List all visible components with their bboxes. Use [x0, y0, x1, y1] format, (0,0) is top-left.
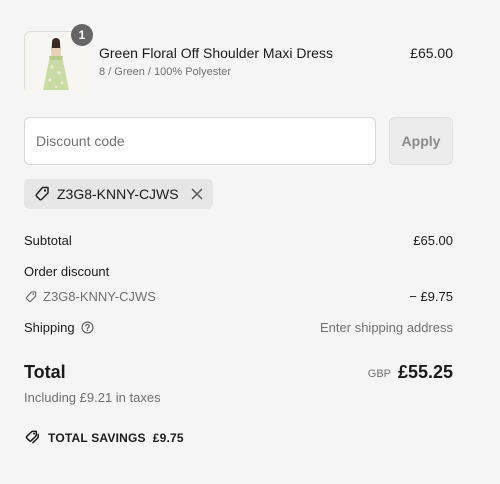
applied-code-text: Z3G8-KNNY-CJWS — [57, 186, 179, 202]
discount-code-text: Z3G8-KNNY-CJWS — [43, 289, 156, 304]
shipping-value: Enter shipping address — [320, 320, 453, 335]
currency-code: GBP — [367, 368, 391, 380]
tag-icon — [25, 290, 37, 302]
product-name: Green Floral Off Shoulder Maxi Dress — [99, 45, 333, 61]
shipping-line: Shipping — [24, 320, 94, 335]
total-label: Total — [24, 362, 66, 382]
apply-button[interactable]: Apply — [389, 117, 453, 165]
remove-code-button[interactable] — [191, 188, 203, 200]
shipping-label: Shipping — [24, 320, 75, 335]
quantity-badge: 1 — [71, 24, 93, 46]
savings-value: £9.75 — [152, 430, 184, 445]
product-price: £65.00 — [410, 45, 453, 61]
discount-value: − £9.75 — [409, 289, 453, 304]
subtotal-label: Subtotal — [24, 233, 72, 248]
discount-code-line: Z3G8-KNNY-CJWS — [24, 289, 156, 304]
tags-icon — [25, 430, 39, 444]
total-savings: TOTAL SAVINGS £9.75 — [24, 429, 184, 446]
order-discount-label: Order discount — [24, 264, 110, 279]
product-variant: 8 / Green / 100% Polyester — [99, 66, 232, 78]
subtotal-value: £65.00 — [413, 233, 453, 248]
tag-icon — [35, 186, 49, 201]
savings-label: TOTAL SAVINGS — [48, 430, 146, 445]
tax-note: Including £9.21 in taxes — [24, 390, 161, 405]
total-amount: £55.25 — [397, 362, 453, 382]
help-icon[interactable] — [81, 321, 94, 334]
close-icon — [191, 188, 202, 200]
applied-code-chip: Z3G8-KNNY-CJWS — [24, 179, 213, 209]
discount-code-input[interactable] — [24, 117, 376, 165]
